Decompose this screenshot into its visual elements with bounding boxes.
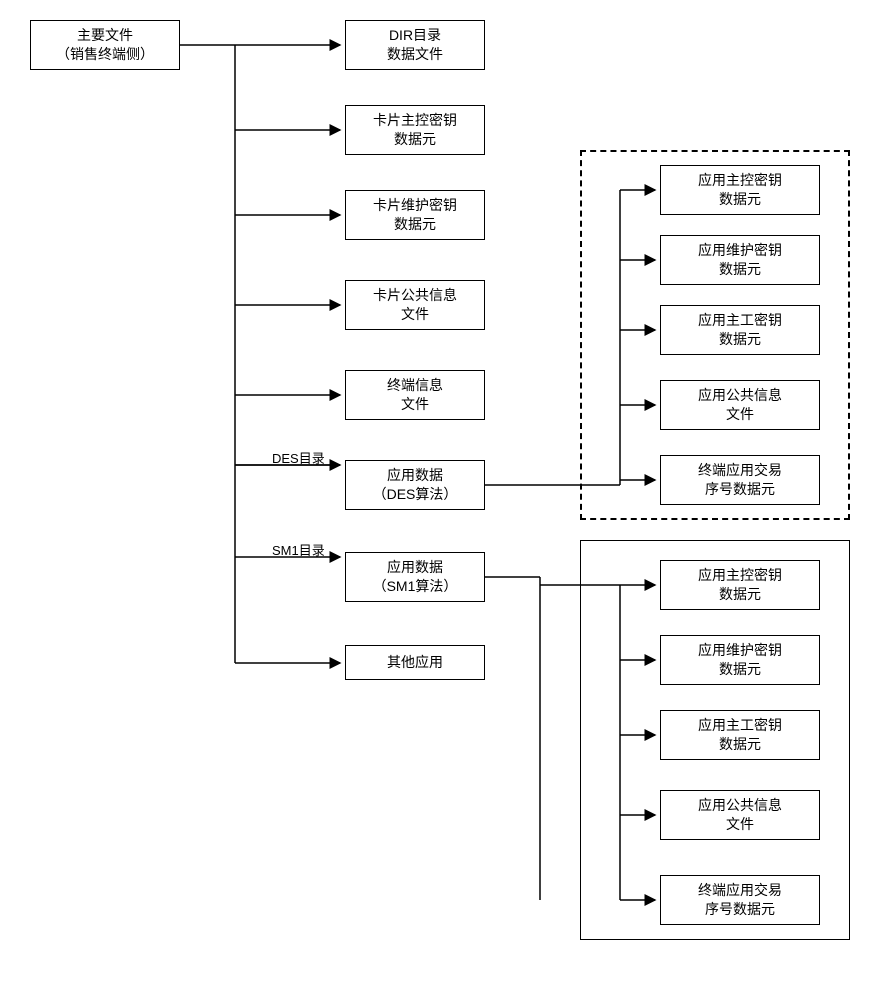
des-g2-line1: 应用维护密钥 [698,241,782,260]
sm1-g5-line1: 终端应用交易 [698,881,782,900]
des-g1-line1: 应用主控密钥 [698,171,782,190]
sm1-g1-line2: 数据元 [719,585,761,604]
des-app-main-key: 应用主工密钥 数据元 [660,305,820,355]
sm1-g1-line1: 应用主控密钥 [698,566,782,585]
sm1-app-master-key: 应用主控密钥 数据元 [660,560,820,610]
sm1-app-public-info: 应用公共信息 文件 [660,790,820,840]
label-sm1-dir: SM1目录 [272,540,325,559]
sm1-g4-line2: 文件 [726,815,754,834]
box-terminal-line1: 终端信息 [387,376,443,395]
diagram-container: 主要文件 （销售终端侧） DIR目录 数据文件 卡片主控密钥 数据元 卡片维护密… [20,20,863,980]
box-card-maint-line1: 卡片维护密钥 [373,196,457,215]
box-dir-directory: DIR目录 数据文件 [345,20,485,70]
des-g4-line1: 应用公共信息 [698,386,782,405]
box-card-public-info: 卡片公共信息 文件 [345,280,485,330]
box-terminal-info: 终端信息 文件 [345,370,485,420]
box-des-line2: （DES算法） [373,485,458,504]
root-box: 主要文件 （销售终端侧） [30,20,180,70]
sm1-g3-line2: 数据元 [719,735,761,754]
sm1-app-main-key: 应用主工密钥 数据元 [660,710,820,760]
root-line2: （销售终端侧） [56,45,154,64]
root-line1: 主要文件 [77,26,133,45]
box-card-public-line1: 卡片公共信息 [373,286,457,305]
sm1-g5-line2: 序号数据元 [705,900,775,919]
des-app-public-info: 应用公共信息 文件 [660,380,820,430]
des-app-master-key: 应用主控密钥 数据元 [660,165,820,215]
box-dir-line1: DIR目录 [389,26,441,45]
des-g3-line1: 应用主工密钥 [698,311,782,330]
box-app-data-des: 应用数据 （DES算法） [345,460,485,510]
des-g5-line2: 序号数据元 [705,480,775,499]
box-terminal-line2: 文件 [401,395,429,414]
box-card-maint-line2: 数据元 [394,215,436,234]
des-app-maint-key: 应用维护密钥 数据元 [660,235,820,285]
des-g2-line2: 数据元 [719,260,761,279]
box-card-master-key: 卡片主控密钥 数据元 [345,105,485,155]
sm1-g4-line1: 应用公共信息 [698,796,782,815]
box-card-maint-key: 卡片维护密钥 数据元 [345,190,485,240]
sm1-g3-line1: 应用主工密钥 [698,716,782,735]
box-other-apps: 其他应用 [345,645,485,680]
box-sm1-line2: （SM1算法） [373,577,458,596]
des-g3-line2: 数据元 [719,330,761,349]
sm1-app-maint-key: 应用维护密钥 数据元 [660,635,820,685]
sm1-term-trans-seq: 终端应用交易 序号数据元 [660,875,820,925]
des-g1-line2: 数据元 [719,190,761,209]
box-other-line1: 其他应用 [387,653,443,672]
box-card-public-line2: 文件 [401,305,429,324]
label-des-dir: DES目录 [272,448,325,467]
box-card-master-line1: 卡片主控密钥 [373,111,457,130]
box-card-master-line2: 数据元 [394,130,436,149]
box-app-data-sm1: 应用数据 （SM1算法） [345,552,485,602]
des-g5-line1: 终端应用交易 [698,461,782,480]
box-des-line1: 应用数据 [387,466,443,485]
des-term-trans-seq: 终端应用交易 序号数据元 [660,455,820,505]
des-g4-line2: 文件 [726,405,754,424]
box-dir-line2: 数据文件 [387,45,443,64]
sm1-g2-line1: 应用维护密钥 [698,641,782,660]
box-sm1-line1: 应用数据 [387,558,443,577]
sm1-g2-line2: 数据元 [719,660,761,679]
